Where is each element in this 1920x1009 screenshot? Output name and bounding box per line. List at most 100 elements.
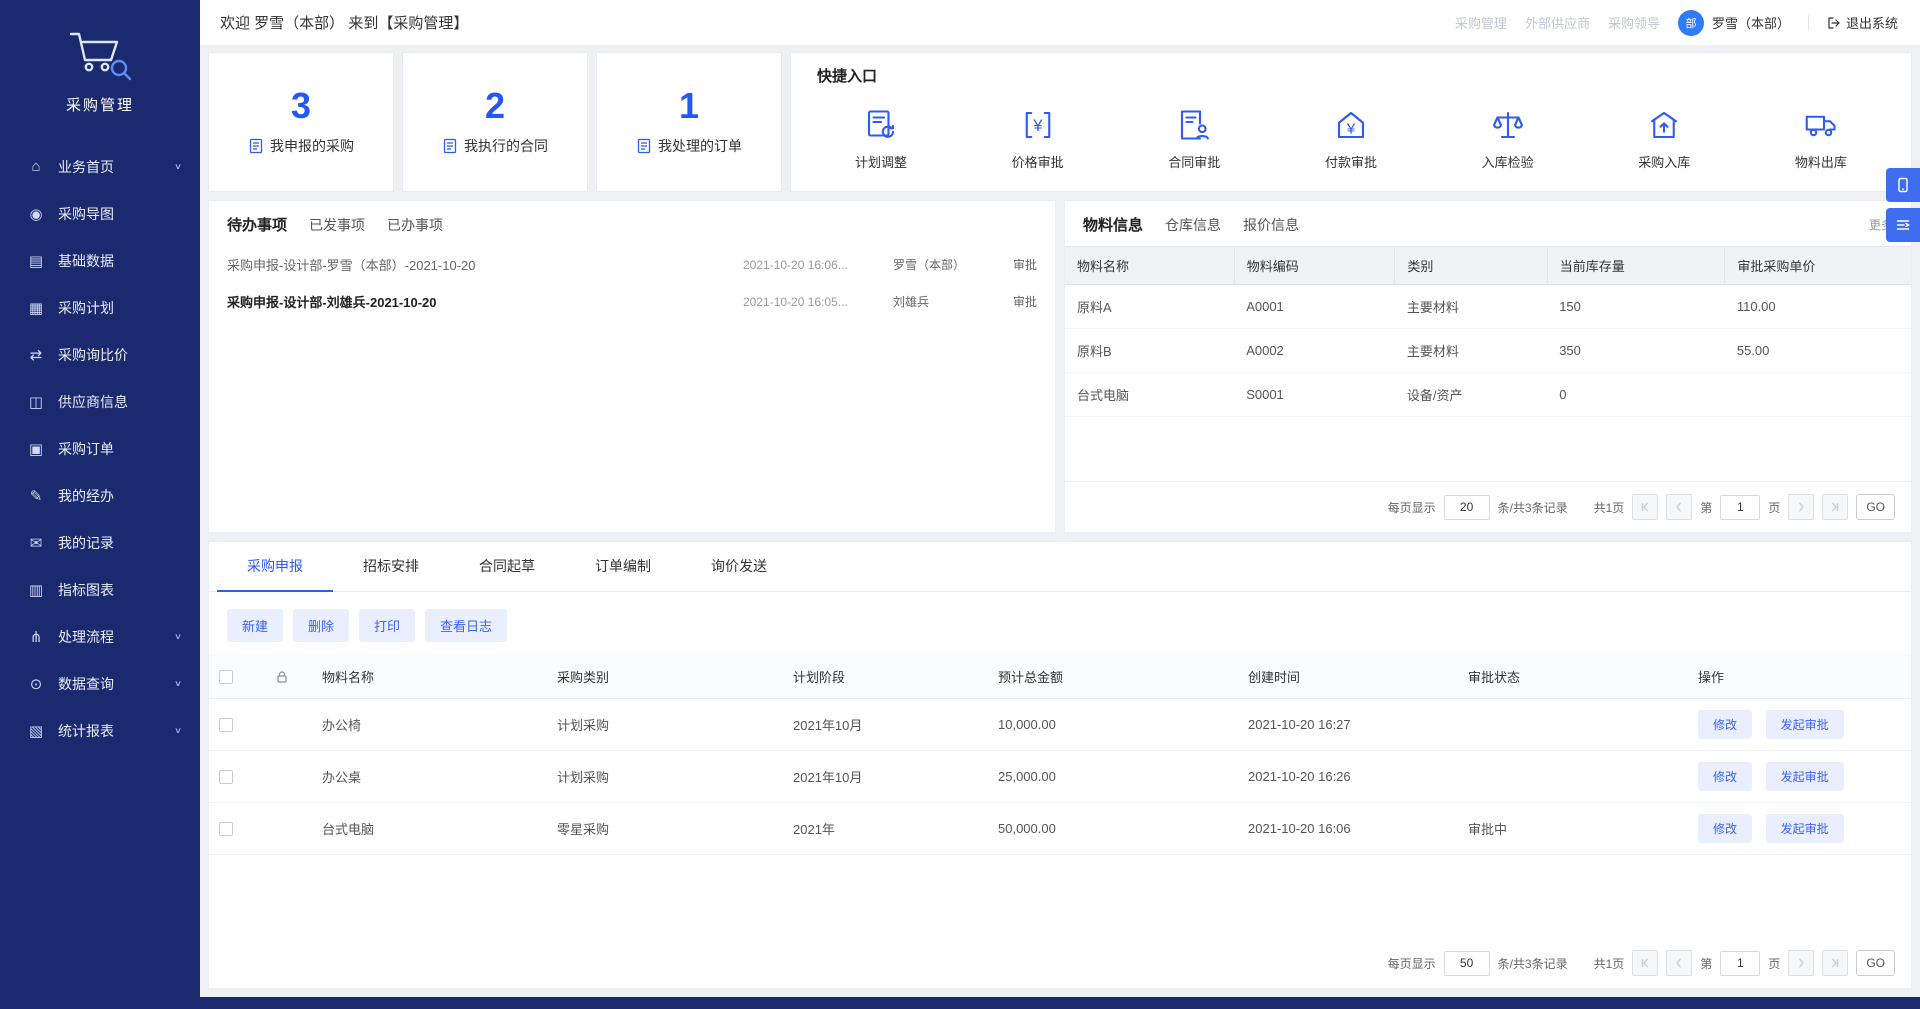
stat-card-my-orders[interactable]: 1 我处理的订单 bbox=[596, 52, 782, 192]
sidebar-item-home[interactable]: ⌂ 业务首页 ∨ bbox=[0, 143, 200, 190]
per-page-label: 每页显示 bbox=[1388, 499, 1436, 516]
sidebar-item-map[interactable]: ◉ 采购导图 bbox=[0, 190, 200, 237]
go-button[interactable]: GO bbox=[1856, 494, 1895, 520]
todo-action-link[interactable]: 审批 bbox=[1001, 256, 1037, 273]
per-page-input[interactable] bbox=[1444, 495, 1490, 520]
select-all-checkbox[interactable] bbox=[219, 670, 233, 684]
last-page-button[interactable] bbox=[1822, 950, 1848, 976]
logout-button[interactable]: 退出系统 bbox=[1827, 13, 1898, 32]
table-row[interactable]: 台式电脑 S0001 设备/资产 0 bbox=[1065, 373, 1911, 417]
sidebar-item-base-data[interactable]: ▤ 基础数据 bbox=[0, 237, 200, 284]
submit-approval-button[interactable]: 发起审批 bbox=[1766, 762, 1844, 791]
lock-cell bbox=[265, 803, 312, 855]
edit-button[interactable]: 修改 bbox=[1698, 814, 1752, 843]
sidebar-item-label: 基础数据 bbox=[58, 251, 114, 271]
sidebar-item-inquiry[interactable]: ⇄ 采购询比价 bbox=[0, 331, 200, 378]
stat-card-my-contracts[interactable]: 2 我执行的合同 bbox=[402, 52, 588, 192]
quick-contract-approval[interactable]: 合同审批 bbox=[1142, 107, 1246, 171]
todo-item[interactable]: 采购申报-设计部-刘雄兵-2021-10-20 2021-10-20 16:05… bbox=[209, 283, 1055, 320]
tab-sent[interactable]: 已发事项 bbox=[309, 215, 365, 235]
top-link-leader[interactable]: 采购领导 bbox=[1608, 13, 1660, 32]
view-log-button[interactable]: 查看日志 bbox=[425, 609, 507, 642]
top-link-procurement[interactable]: 采购管理 bbox=[1455, 13, 1507, 32]
new-button[interactable]: 新建 bbox=[227, 609, 283, 642]
tab-warehouse-info[interactable]: 仓库信息 bbox=[1165, 215, 1221, 235]
delete-button[interactable]: 删除 bbox=[293, 609, 349, 642]
payment-approval-icon: ¥ bbox=[1333, 107, 1369, 143]
tab-quote-info[interactable]: 报价信息 bbox=[1243, 215, 1299, 235]
table-row[interactable]: 台式电脑 零星采购 2021年 50,000.00 2021-10-20 16:… bbox=[209, 803, 1911, 855]
next-page-button[interactable] bbox=[1788, 494, 1814, 520]
panel-toggle-button[interactable] bbox=[1886, 208, 1920, 242]
sidebar-item-order[interactable]: ▣ 采购订单 bbox=[0, 425, 200, 472]
first-page-button[interactable] bbox=[1632, 950, 1658, 976]
print-button[interactable]: 打印 bbox=[359, 609, 415, 642]
sidebar-item-my-tasks[interactable]: ✎ 我的经办 bbox=[0, 472, 200, 519]
page-input[interactable] bbox=[1720, 951, 1760, 976]
edit-button[interactable]: 修改 bbox=[1698, 762, 1752, 791]
tab-contract-draft[interactable]: 合同起草 bbox=[449, 542, 565, 591]
sidebar-item-label: 处理流程 bbox=[58, 627, 114, 647]
tab-order-compose[interactable]: 订单编制 bbox=[565, 542, 681, 591]
sidebar-item-charts[interactable]: ▥ 指标图表 bbox=[0, 566, 200, 613]
quick-purchase-inbound[interactable]: 采购入库 bbox=[1612, 107, 1716, 171]
contract-doc-icon bbox=[442, 138, 458, 154]
submit-approval-button[interactable]: 发起审批 bbox=[1766, 710, 1844, 739]
next-page-button[interactable] bbox=[1788, 950, 1814, 976]
todo-action-link[interactable]: 审批 bbox=[1001, 293, 1037, 310]
sidebar-item-query[interactable]: ⊙ 数据查询 ∨ bbox=[0, 660, 200, 707]
phone-icon bbox=[1895, 177, 1911, 193]
row-checkbox[interactable] bbox=[219, 770, 233, 784]
menu-list-icon bbox=[1895, 217, 1911, 233]
tab-todo[interactable]: 待办事项 bbox=[227, 214, 287, 235]
material-panel: 物料信息 仓库信息 报价信息 更多 物料名称 物料编码 类别 当前库存量 bbox=[1064, 200, 1912, 533]
material-tabs: 物料信息 仓库信息 报价信息 更多 bbox=[1065, 201, 1911, 246]
per-page-input[interactable] bbox=[1444, 951, 1490, 976]
cell: 台式电脑 bbox=[1065, 373, 1234, 417]
tab-bid-arrange[interactable]: 招标安排 bbox=[333, 542, 449, 591]
first-page-button[interactable] bbox=[1632, 494, 1658, 520]
quick-material-outbound[interactable]: 物料出库 bbox=[1769, 107, 1873, 171]
tab-inquiry-send[interactable]: 询价发送 bbox=[681, 542, 797, 591]
tab-done[interactable]: 已办事项 bbox=[387, 215, 443, 235]
pages-label: 共1页 bbox=[1594, 499, 1625, 516]
sidebar-item-process[interactable]: ⋔ 处理流程 ∨ bbox=[0, 613, 200, 660]
page-suffix: 页 bbox=[1768, 499, 1780, 516]
quick-inbound-inspection[interactable]: 入库检验 bbox=[1456, 107, 1560, 171]
quick-price-approval[interactable]: ¥ 价格审批 bbox=[986, 107, 1090, 171]
cell: 原料A bbox=[1065, 285, 1234, 329]
cell: S0001 bbox=[1234, 373, 1395, 417]
total-label: 条/共3条记录 bbox=[1498, 955, 1568, 972]
row-checkbox[interactable] bbox=[219, 718, 233, 732]
tab-material-info[interactable]: 物料信息 bbox=[1083, 214, 1143, 235]
row-checkbox[interactable] bbox=[219, 822, 233, 836]
submit-approval-button[interactable]: 发起审批 bbox=[1766, 814, 1844, 843]
tab-purchase-declare[interactable]: 采购申报 bbox=[217, 542, 333, 592]
prev-page-button[interactable] bbox=[1666, 950, 1692, 976]
cell: A0001 bbox=[1234, 285, 1395, 329]
sidebar-item-label: 供应商信息 bbox=[58, 392, 128, 412]
last-page-button[interactable] bbox=[1822, 494, 1848, 520]
prev-page-button[interactable] bbox=[1666, 494, 1692, 520]
table-row[interactable]: 办公椅 计划采购 2021年10月 10,000.00 2021-10-20 1… bbox=[209, 699, 1911, 751]
first-page-icon bbox=[1640, 502, 1650, 512]
todo-item[interactable]: 采购申报-设计部-罗雪（本部）-2021-10-20 2021-10-20 16… bbox=[209, 246, 1055, 283]
page-input[interactable] bbox=[1720, 495, 1760, 520]
mobile-app-button[interactable] bbox=[1886, 168, 1920, 202]
table-row[interactable]: 办公桌 计划采购 2021年10月 25,000.00 2021-10-20 1… bbox=[209, 751, 1911, 803]
go-button[interactable]: GO bbox=[1856, 950, 1895, 976]
sidebar-item-my-records[interactable]: ✉ 我的记录 bbox=[0, 519, 200, 566]
table-row[interactable]: 原料B A0002 主要材料 350 55.00 bbox=[1065, 329, 1911, 373]
table-row[interactable]: 原料A A0001 主要材料 150 110.00 bbox=[1065, 285, 1911, 329]
sidebar-item-supplier[interactable]: ◫ 供应商信息 bbox=[0, 378, 200, 425]
sidebar-item-plan[interactable]: ▦ 采购计划 bbox=[0, 284, 200, 331]
cell-actions: 修改 发起审批 bbox=[1688, 803, 1911, 855]
avatar[interactable]: 部 bbox=[1678, 10, 1704, 36]
quick-plan-adjust[interactable]: 计划调整 bbox=[829, 107, 933, 171]
lock-icon bbox=[275, 670, 289, 684]
edit-button[interactable]: 修改 bbox=[1698, 710, 1752, 739]
stat-card-my-declared[interactable]: 3 我申报的采购 bbox=[208, 52, 394, 192]
quick-payment-approval[interactable]: ¥ 付款审批 bbox=[1299, 107, 1403, 171]
sidebar-item-report[interactable]: ▧ 统计报表 ∨ bbox=[0, 707, 200, 754]
top-link-external-supplier[interactable]: 外部供应商 bbox=[1525, 13, 1590, 32]
